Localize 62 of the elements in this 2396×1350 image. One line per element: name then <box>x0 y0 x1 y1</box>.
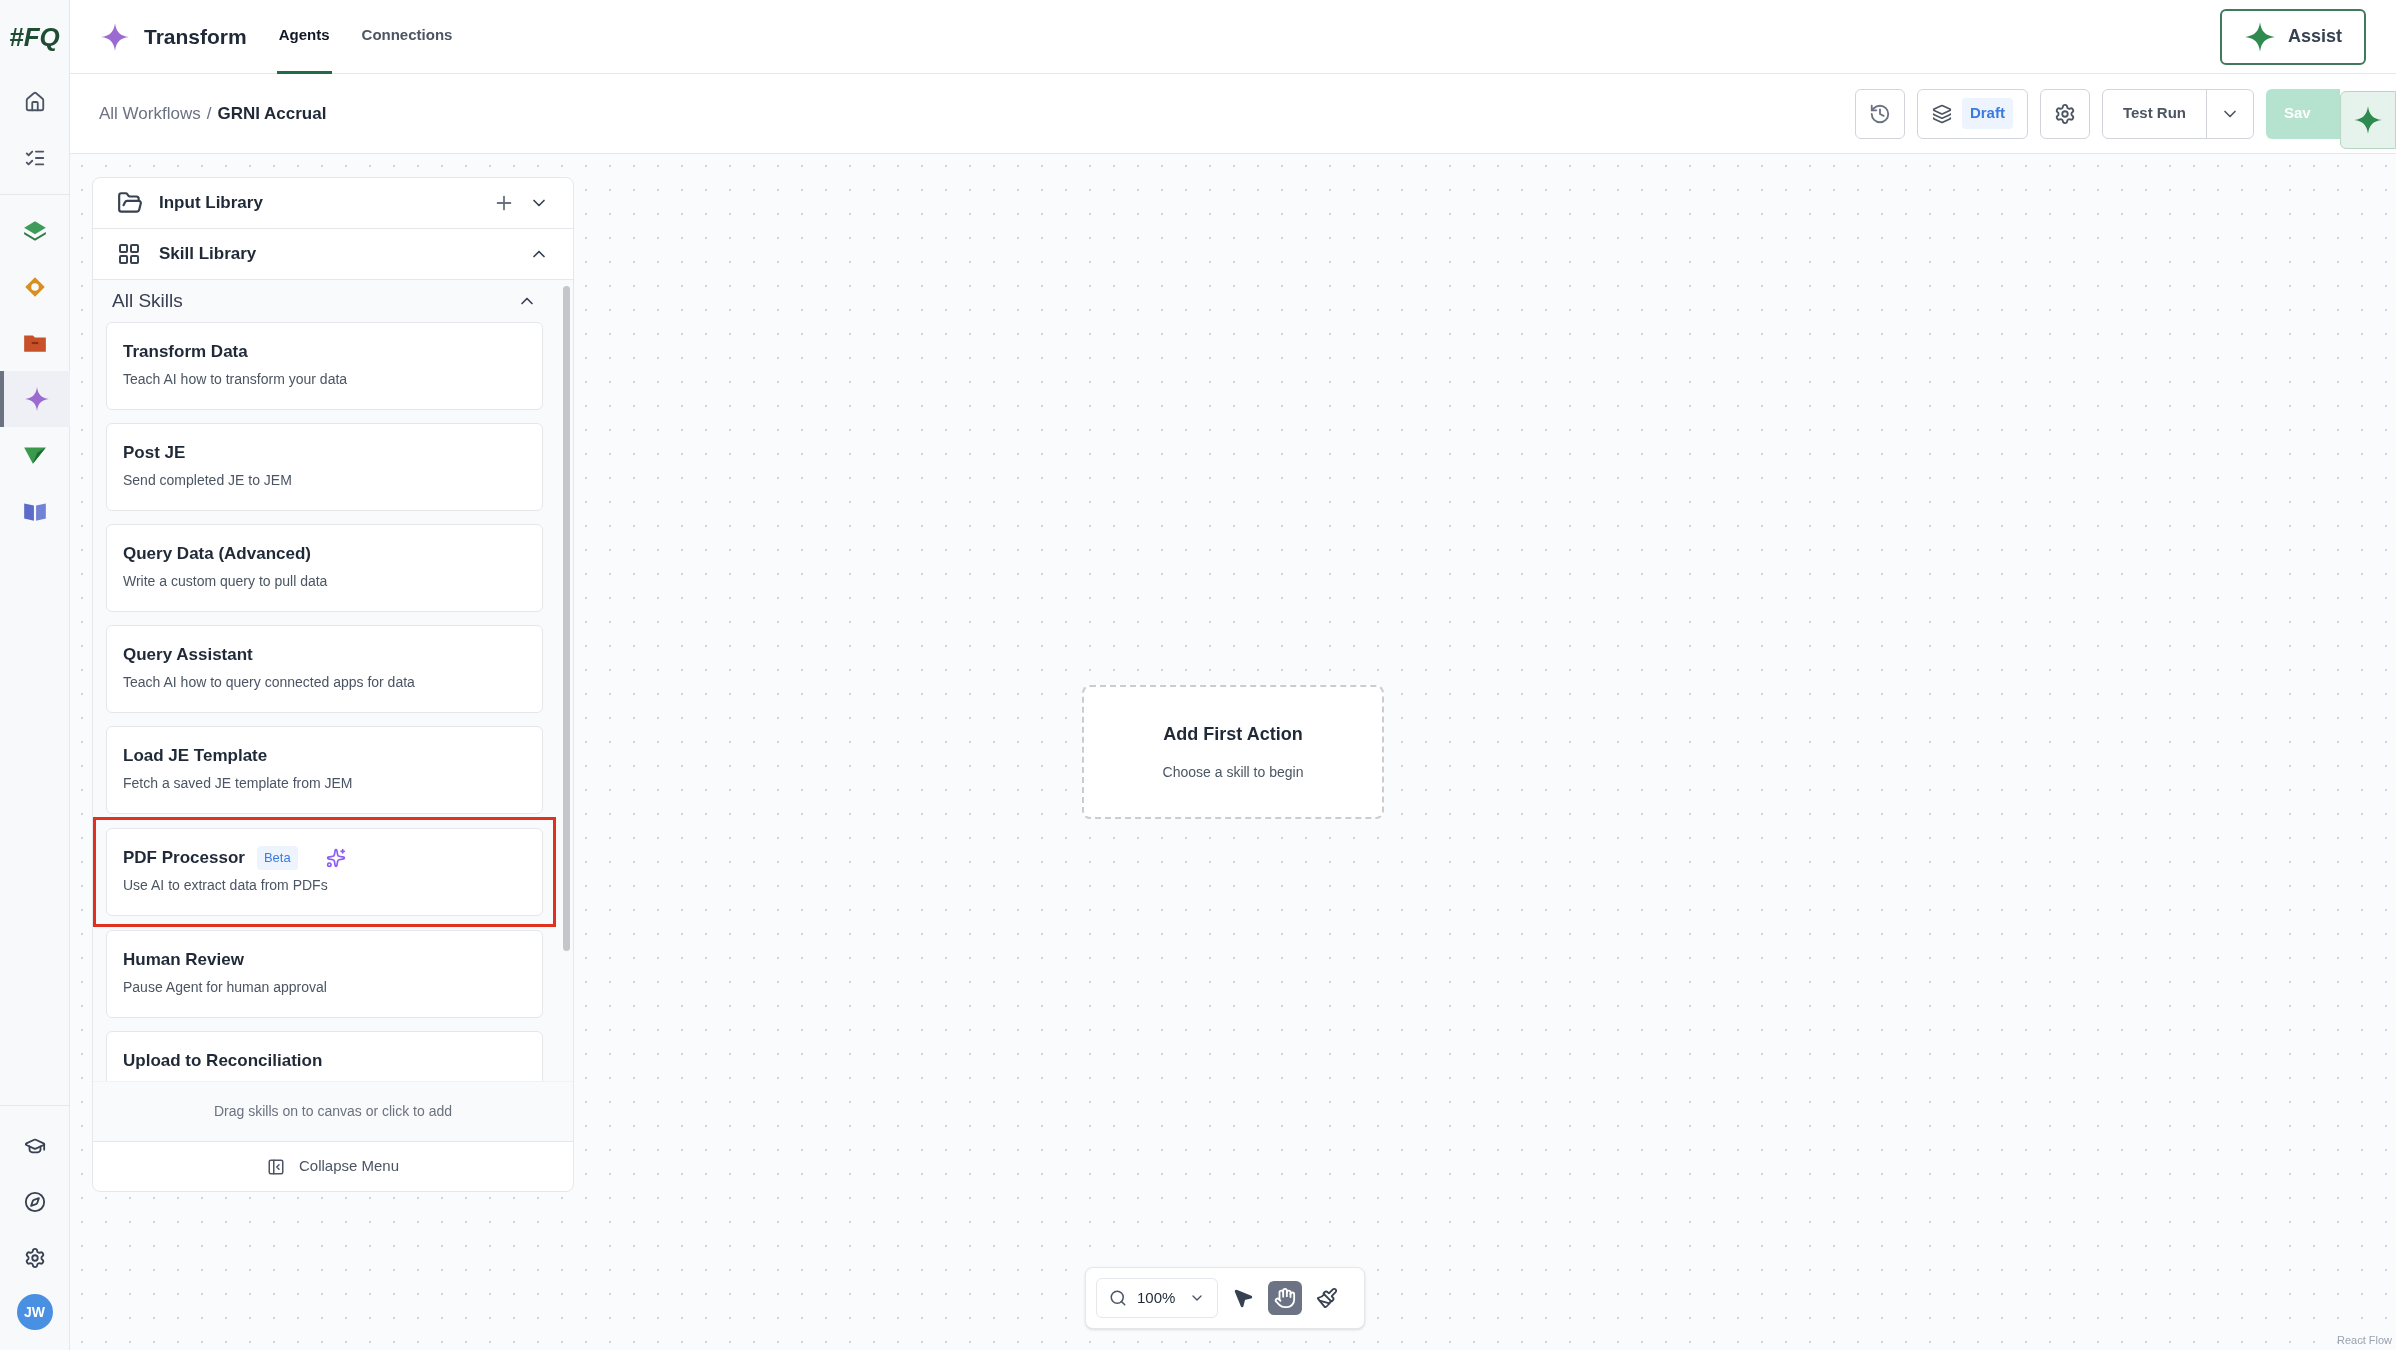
skill-title: Transform Data <box>123 341 248 363</box>
layers-icon <box>1931 103 1952 124</box>
skill-card[interactable]: Query Data (Advanced) Write a custom query to pull data <box>106 524 543 612</box>
settings-icon <box>23 1247 46 1269</box>
skill-title: Query Assistant <box>123 644 253 666</box>
settings-button[interactable] <box>2039 88 2090 139</box>
collapse-menu-button[interactable]: Collapse Menu <box>93 1141 573 1191</box>
folder-icon <box>117 190 143 216</box>
skill-title: Upload to Reconciliation <box>123 1050 323 1072</box>
pointer-icon <box>1232 1287 1255 1309</box>
skill-title: Query Data (Advanced) <box>123 543 311 565</box>
skill-title: PDF Processor <box>123 847 245 869</box>
breadcrumb-link[interactable]: All Workflows <box>99 100 201 127</box>
app-title: Transform <box>144 23 247 50</box>
grid-icon <box>117 242 141 266</box>
assist-float-button[interactable] <box>2340 90 2396 149</box>
version-button[interactable]: Draft <box>1916 88 2028 139</box>
settings-icon <box>2053 102 2076 125</box>
attribution-text: React Flow <box>2336 1332 2392 1348</box>
card-title: Add First Action <box>1163 723 1303 746</box>
collapse-icon <box>266 1157 285 1176</box>
skill-card[interactable]: Load JE Template Fetch a saved JE template from JEM <box>106 726 543 814</box>
add-action-card[interactable]: Add First Action Choose a skill to begin <box>1082 685 1384 819</box>
skill-card[interactable]: Transform Data Teach AI how to transform your data <box>106 322 543 410</box>
section-title[interactable]: Skill Library <box>159 241 529 267</box>
home-icon <box>23 91 46 113</box>
assist-button[interactable]: Assist <box>2219 8 2366 65</box>
history-icon <box>1868 102 1891 125</box>
skill-title: Post JE <box>123 442 186 464</box>
breadcrumb-current: GRNI Accrual <box>217 102 327 125</box>
skill-card[interactable]: Upload to Reconciliation <box>106 1031 543 1081</box>
history-button[interactable] <box>1854 88 1905 139</box>
skill-card[interactable]: Post JE Send completed JE to JEM <box>106 423 543 511</box>
nav-tab[interactable]: Connections <box>359 0 455 74</box>
status-badge: Draft <box>1961 98 2013 129</box>
hand-tool[interactable] <box>1268 1281 1303 1315</box>
skill-title: Human Review <box>123 949 244 971</box>
skill-description: Pause Agent for human approval <box>123 977 328 997</box>
skill-card[interactable]: Query Assistant Teach AI how to query connected apps for data <box>106 625 543 713</box>
skill-description: Fetch a saved JE template from JEM <box>123 773 354 793</box>
skill-description: Teach AI how to transform your data <box>123 369 349 389</box>
nav-tab[interactable]: Agents <box>276 0 332 74</box>
section-title[interactable]: Input Library <box>159 190 493 216</box>
app-logo: #FQ <box>9 20 60 54</box>
hand-icon <box>1274 1287 1297 1309</box>
skill-description: Teach AI how to query connected apps for data <box>123 672 416 692</box>
brush-icon <box>1316 1287 1339 1309</box>
breadcrumb-separator: / <box>206 102 212 125</box>
skill-card[interactable]: PDF Processor Beta Use AI to extract data from PDFs <box>106 828 543 916</box>
hint-text: Drag skills on to canvas or click to add <box>93 1081 573 1141</box>
skill-card[interactable]: Human Review Pause Agent for human approval <box>106 930 543 1018</box>
beta-badge: Beta <box>256 846 298 870</box>
search-icon <box>1109 1289 1127 1307</box>
skill-description: Write a custom query to pull data <box>123 571 329 591</box>
skill-title: Load JE Template <box>123 745 268 767</box>
skill-description: Use AI to extract data from PDFs <box>123 875 329 895</box>
skill-description: Send completed JE to JEM <box>123 470 293 490</box>
zoom-select[interactable]: 100% <box>1096 1278 1219 1318</box>
compass-icon <box>23 1191 46 1213</box>
rail-item[interactable] <box>0 371 70 427</box>
group-title: All Skills <box>112 288 184 313</box>
card-subtitle: Choose a skill to begin <box>1162 763 1304 782</box>
